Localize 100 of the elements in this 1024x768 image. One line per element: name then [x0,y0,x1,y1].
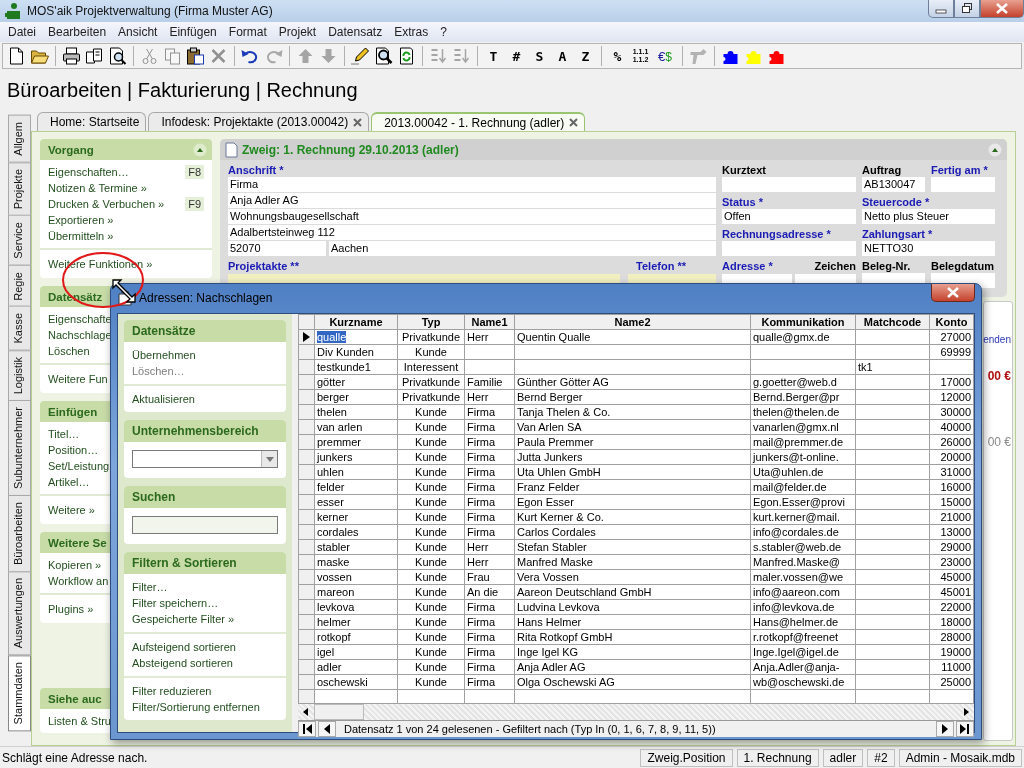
side-tab[interactable]: Auswertungen [8,571,31,656]
column-header[interactable]: Name2 [514,314,751,330]
toolbar-button[interactable]: S [528,48,551,64]
text-field[interactable]: NETTO30 [862,241,995,256]
text-field[interactable]: Anja Adler AG [228,193,716,208]
task-link[interactable]: Übermitteln » [48,228,114,244]
text-field[interactable]: 52070 [228,241,326,256]
menu-item[interactable]: ? [434,25,453,39]
column-header[interactable]: Typ [397,314,465,330]
menu-item[interactable]: Datei [2,25,42,39]
menu-item[interactable]: Extras [388,25,435,39]
text-field[interactable] [722,241,856,256]
task-link[interactable]: Eigenschafte [48,311,112,327]
link[interactable]: enden [983,334,1011,345]
task-link[interactable]: Exportieren » [48,212,114,228]
side-tab[interactable]: Subunternehmer [8,400,31,497]
side-tab[interactable]: Projekte [8,161,31,216]
printer-icon[interactable] [60,45,83,67]
task-link[interactable]: Filter reduzieren [132,683,212,699]
document-tab[interactable]: Home: Startseite [37,112,147,131]
task-link[interactable]: Eigenschaften… [48,164,129,180]
collapse-icon[interactable] [988,142,1002,157]
task-link[interactable]: Weitere » [48,502,95,518]
clipboard-icon[interactable] [184,45,207,67]
dropdown-arrow-icon[interactable] [265,456,274,462]
text-field[interactable]: Netto plus Steuer [862,209,995,224]
restore-button[interactable] [954,0,980,18]
menu-item[interactable]: Einfügen [163,25,223,39]
text-field[interactable]: AB130047 [862,177,925,192]
side-tab[interactable]: Büroarbeiten [8,495,31,573]
side-tab[interactable]: Kasse [8,306,31,351]
task-link[interactable]: Listen & Stru [48,713,111,729]
task-link[interactable]: Aufsteigend sortieren [132,639,236,655]
column-header[interactable]: Name1 [464,314,515,330]
pencil-icon[interactable] [349,45,372,67]
text-field[interactable]: Firma [228,177,716,192]
task-link[interactable]: Absteigend sortieren [132,655,233,671]
toolbar-button[interactable]: % [606,48,629,64]
text-field[interactable]: Wohnungsbaugesellschaft [228,209,716,224]
task-link[interactable]: Weitere Fun [48,371,108,387]
text-field[interactable] [722,177,856,192]
table-cell: premmer [314,434,398,450]
task-link[interactable]: Nachschlage [48,327,112,343]
document-tab[interactable]: 2013.00042 - 1. Rechnung (adler) [371,112,586,131]
collapse-icon[interactable] [193,142,207,157]
column-header[interactable]: Konto [929,314,974,330]
menu-item[interactable]: Projekt [272,25,323,39]
menu-item[interactable]: Ansicht [112,25,164,39]
task-link[interactable]: Notizen & Termine » [48,180,147,196]
task-link[interactable]: Filter/Sortierung entfernen [132,699,260,715]
menu-item[interactable]: Datensatz [322,25,389,39]
side-tab[interactable]: Service [8,215,31,266]
table-cell: Hans Helmer [514,614,751,630]
side-tab[interactable]: Logistik [8,350,31,402]
text-field[interactable]: Aachen [329,241,716,256]
close-button[interactable] [931,284,975,302]
puzzle-icon[interactable] [723,51,738,64]
table-cell: Carlos Cordales [514,524,751,540]
side-tab[interactable]: Stammdaten [8,654,31,731]
task-link[interactable]: Filter speichern… [132,595,219,611]
search-field[interactable] [132,516,278,534]
side-tab[interactable]: Regie [8,264,31,308]
task-link[interactable]: Artikel… [48,474,90,490]
toolbar-button[interactable]: # [505,48,528,64]
text-field[interactable]: Adalbertsteinweg 112 [228,225,716,240]
text-field[interactable] [931,177,995,192]
close-button[interactable] [980,0,1024,18]
menu-item[interactable]: Format [222,25,273,39]
document-tab[interactable]: Infodesk: Projektakte (2013.00042) [148,112,370,131]
puzzle-icon[interactable] [769,51,784,64]
scroll-thumb[interactable] [314,704,364,720]
task-link[interactable]: Löschen [48,343,90,359]
side-tab[interactable]: Allgem [8,115,31,163]
close-icon[interactable] [569,118,579,127]
column-header[interactable]: Matchcode [855,314,930,330]
column-header[interactable]: Kommunikation [750,314,856,330]
text-field[interactable]: Offen [722,209,856,224]
menu-item[interactable]: Bearbeiten [42,25,113,39]
task-link[interactable]: Kopieren » [48,557,102,573]
task-link[interactable]: Aktualisieren [132,391,195,407]
close-icon[interactable] [353,117,363,127]
table-cell: 69999 [929,344,974,360]
task-link[interactable]: Übernehmen [132,347,196,363]
task-link[interactable]: Set/Leistung [48,458,110,474]
task-link[interactable]: Gespeicherte Filter » [132,611,235,627]
task-link[interactable]: Titel… [48,426,80,442]
task-link[interactable]: Drucken & Verbuchen » [48,196,165,212]
dropdown[interactable] [132,450,278,468]
field-label: Adresse * [722,259,773,273]
toolbar-button[interactable]: €$ [652,48,678,64]
toolbar-button[interactable]: T [482,48,505,64]
task-link[interactable]: Filter… [132,579,168,595]
column-header[interactable]: Kurzname [314,314,398,330]
task-link[interactable]: Plugins » [48,601,94,617]
task-link[interactable]: Position… [48,442,99,458]
task-link[interactable]: Workflow an [48,573,109,589]
toolbar-button[interactable]: A [551,48,574,64]
close-icon [946,287,960,298]
restore-icon[interactable] [961,3,973,14]
toolbar-button[interactable]: Z [574,48,597,64]
